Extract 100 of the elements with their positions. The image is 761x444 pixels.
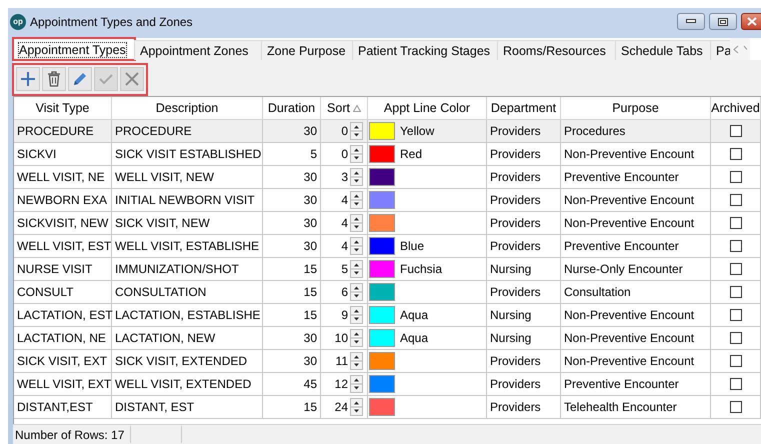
table-cell-text: 12: [334, 377, 348, 391]
spin-button[interactable]: [350, 306, 363, 324]
spin-button[interactable]: [350, 329, 363, 347]
spin-button[interactable]: [350, 375, 363, 393]
table-cell: Providers: [487, 350, 561, 373]
checkbox[interactable]: [730, 332, 742, 344]
close-icon: [746, 17, 756, 26]
table-cell: Nursing: [487, 304, 561, 327]
table-cell-text: 0: [340, 124, 348, 138]
table-cell: 30: [263, 327, 321, 350]
checkbox[interactable]: [730, 194, 742, 206]
color-swatch[interactable]: [369, 283, 395, 301]
table-cell: Procedures: [561, 120, 711, 143]
checkbox[interactable]: [730, 125, 742, 137]
table-cell: Preventive Encounter: [561, 235, 711, 258]
color-swatch[interactable]: [369, 260, 395, 278]
color-swatch[interactable]: [369, 122, 395, 140]
table-cell: IMMUNIZATION/SHOT: [112, 258, 263, 281]
table-cell: Non-Preventive Encount: [561, 212, 711, 235]
row-count: Number of Rows: 17: [14, 428, 126, 442]
tab[interactable]: Schedule Tabs: [615, 40, 711, 60]
table-cell: 5: [263, 143, 321, 166]
table-cell: LACTATION, NE: [14, 327, 112, 350]
color-name: Aqua: [400, 331, 428, 345]
table-cell: CONSULTATION: [112, 281, 263, 304]
window-title: Appointment Types and Zones: [30, 15, 194, 29]
color-swatch[interactable]: [369, 191, 395, 209]
color-name: Red: [400, 147, 422, 161]
table-cell: WELL VISIT, EST: [14, 235, 112, 258]
color-swatch[interactable]: [369, 329, 395, 347]
spin-button[interactable]: [350, 168, 363, 186]
table-cell: 15: [263, 396, 321, 419]
delete-button[interactable]: [42, 67, 66, 91]
tab[interactable]: Appointment Zones: [134, 40, 262, 60]
table-cell-text: 4: [340, 216, 348, 230]
spin-button[interactable]: [350, 260, 363, 278]
tab[interactable]: Patient Tracking Stages: [352, 40, 498, 60]
spin-button[interactable]: [350, 398, 363, 416]
color-swatch[interactable]: [369, 398, 395, 416]
table-cell: 30: [263, 235, 321, 258]
tab[interactable]: Zone Purpose: [261, 40, 353, 60]
checkbox[interactable]: [730, 240, 742, 252]
close-button[interactable]: [741, 13, 761, 30]
spin-button[interactable]: [350, 237, 363, 255]
checkbox[interactable]: [730, 378, 742, 390]
tab[interactable]: Rooms/Resources: [497, 40, 616, 60]
checkbox[interactable]: [730, 309, 742, 321]
checkbox[interactable]: [730, 286, 742, 298]
minimize-button[interactable]: [677, 13, 705, 30]
color-swatch[interactable]: [369, 306, 395, 324]
table-cell: NURSE VISIT: [14, 258, 112, 281]
table-cell: 15: [263, 281, 321, 304]
table-cell: Non-Preventive Encount: [561, 304, 711, 327]
table-cell: SICK VISIT, EXTENDED: [112, 350, 263, 373]
color-swatch[interactable]: [369, 352, 395, 370]
color-swatch[interactable]: [369, 237, 395, 255]
color-swatch[interactable]: [369, 145, 395, 163]
checkbox[interactable]: [730, 355, 742, 367]
table-cell: Non-Preventive Encount: [561, 143, 711, 166]
table-cell: CONSULT: [14, 281, 112, 304]
table-cell: Providers: [487, 281, 561, 304]
minimize-icon: [686, 19, 696, 24]
spin-button[interactable]: [350, 191, 363, 209]
checkbox[interactable]: [730, 263, 742, 275]
scroll-left-icon[interactable]: [733, 44, 739, 54]
spin-button[interactable]: [350, 214, 363, 232]
checkbox[interactable]: [730, 401, 742, 413]
table-cell: Preventive Encounter: [561, 373, 711, 396]
table-cell: 45: [263, 373, 321, 396]
checkbox[interactable]: [730, 171, 742, 183]
table-cell: 30: [263, 212, 321, 235]
maximize-button[interactable]: [709, 13, 737, 30]
table-cell-text: 4: [340, 193, 348, 207]
checkbox[interactable]: [730, 148, 742, 160]
color-swatch[interactable]: [369, 375, 395, 393]
color-swatch[interactable]: [369, 168, 395, 186]
table-cell: Providers: [487, 189, 561, 212]
restore-icon: [718, 18, 728, 26]
table-cell: WELL VISIT, NE: [14, 166, 112, 189]
add-button[interactable]: [16, 67, 40, 91]
table-cell: DISTANT, EST: [112, 396, 263, 419]
table-cell: Non-Preventive Encount: [561, 350, 711, 373]
table-cell: Nurse-Only Encounter: [561, 258, 711, 281]
table-cell: Providers: [487, 166, 561, 189]
spin-button[interactable]: [350, 352, 363, 370]
color-swatch[interactable]: [369, 214, 395, 232]
spin-button[interactable]: [350, 145, 363, 163]
tab[interactable]: Appointment Types: [13, 38, 135, 60]
table-cell: SICKVI: [14, 143, 112, 166]
table-cell: Providers: [487, 373, 561, 396]
checkbox[interactable]: [730, 217, 742, 229]
table-cell-text: 6: [340, 285, 348, 299]
sort-icon: [352, 104, 361, 112]
spin-button[interactable]: [350, 122, 363, 140]
spin-button[interactable]: [350, 283, 363, 301]
color-name: Fuchsia: [400, 262, 442, 276]
app-logo: op: [10, 14, 26, 30]
table-cell: Non-Preventive Encount: [561, 327, 711, 350]
table-cell: 30: [263, 166, 321, 189]
edit-button[interactable]: [68, 67, 92, 91]
